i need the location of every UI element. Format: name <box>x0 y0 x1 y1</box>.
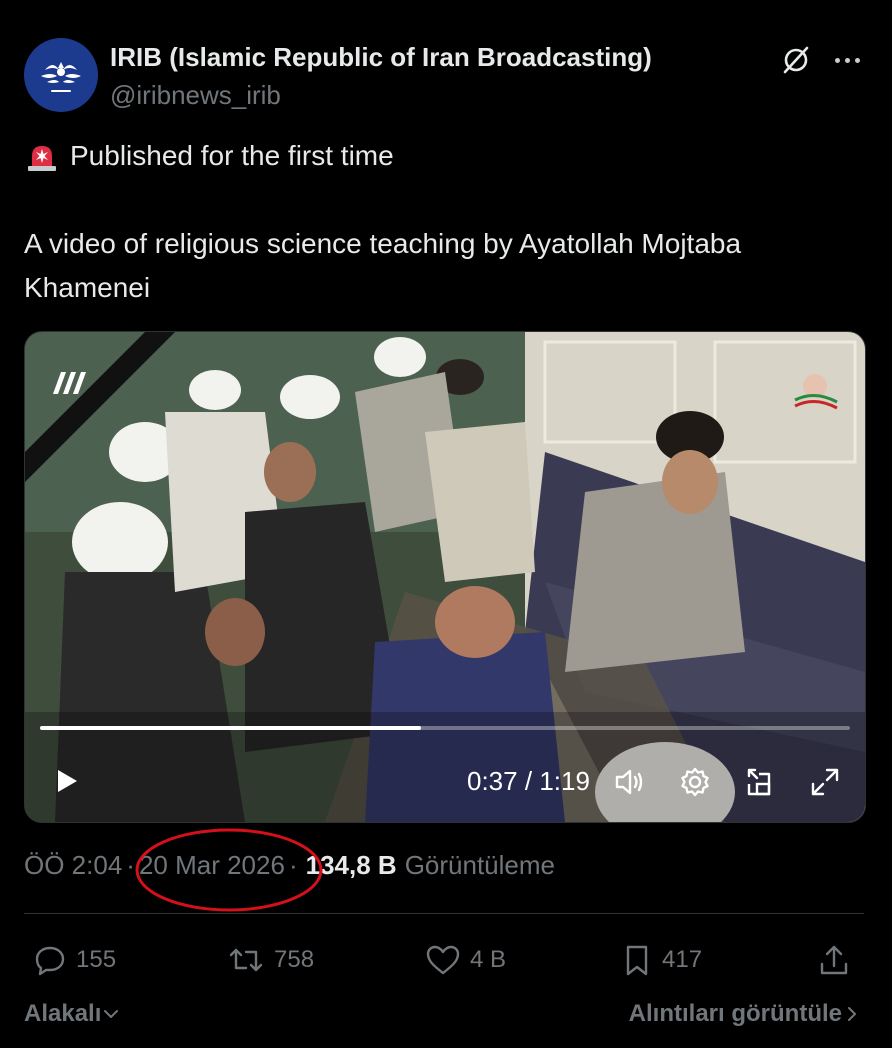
reply-icon <box>35 946 65 976</box>
video-progress-fill <box>40 726 421 730</box>
settings-gear-icon[interactable] <box>677 764 713 800</box>
chevron-right-icon <box>848 1007 856 1021</box>
like-count: 4 B <box>470 946 507 973</box>
video-duration: 1:19 <box>539 766 590 796</box>
fullscreen-icon[interactable] <box>807 764 843 800</box>
pip-icon[interactable] <box>741 764 777 800</box>
divider <box>24 913 864 914</box>
author-name[interactable]: IRIB (Islamic Republic of Iran Broadcast… <box>110 42 652 73</box>
tweet-header: IRIB (Islamic Republic of Iran Broadcast… <box>24 38 868 112</box>
reply-count: 155 <box>76 946 117 973</box>
video-time: 0:37 / 1:19 <box>467 766 590 797</box>
volume-icon[interactable] <box>611 764 647 800</box>
avatar[interactable] <box>24 38 98 112</box>
repost-icon <box>229 948 263 972</box>
tweet-line1-text: Published for the first time <box>70 140 394 171</box>
author-handle[interactable]: @iribnews_irib <box>110 80 281 111</box>
sort-label: Alakalı <box>24 1000 102 1027</box>
views-label: Görüntüleme <box>404 850 555 880</box>
bookmark-count: 417 <box>662 946 703 973</box>
share-button[interactable] <box>816 938 860 982</box>
reply-button[interactable]: 155 <box>32 938 116 982</box>
irib-logo-icon <box>41 62 81 92</box>
share-icon <box>820 945 848 975</box>
video-current-time: 0:37 <box>467 766 518 796</box>
rotating-light-siren-icon <box>28 146 56 171</box>
tweet-time[interactable]: ÖÖ 2:04 <box>24 850 122 881</box>
red-annotation-circle <box>135 828 323 912</box>
view-quotes-label: Alıntıları görüntüle <box>628 1000 842 1027</box>
sort-replies-dropdown[interactable]: Alakalı <box>24 1000 121 1028</box>
repost-button[interactable]: 758 <box>226 938 314 982</box>
bookmark-button[interactable]: 417 <box>620 938 702 982</box>
tweet-actions: 155 758 4 B 417 <box>24 938 864 982</box>
tweet-headline: Published for the first time <box>24 136 394 176</box>
like-button[interactable]: 4 B <box>424 938 506 982</box>
heart-icon <box>426 945 460 975</box>
repost-count: 758 <box>274 946 315 973</box>
play-icon[interactable] <box>51 766 81 796</box>
grok-icon[interactable] <box>780 44 812 76</box>
video-player[interactable]: 0:37 / 1:19 <box>24 331 866 823</box>
chevron-down-icon <box>104 1010 119 1018</box>
bookmark-icon <box>626 945 648 976</box>
video-frame-image <box>25 332 865 822</box>
video-controls: 0:37 / 1:19 <box>25 756 865 806</box>
more-options-icon[interactable] <box>830 44 864 76</box>
view-quotes-link[interactable]: Alıntıları görüntüle <box>629 1000 862 1028</box>
tweet-body: A video of religious science teaching by… <box>24 228 742 303</box>
video-time-separator: / <box>524 766 533 796</box>
video-progress-bar[interactable] <box>40 726 850 730</box>
